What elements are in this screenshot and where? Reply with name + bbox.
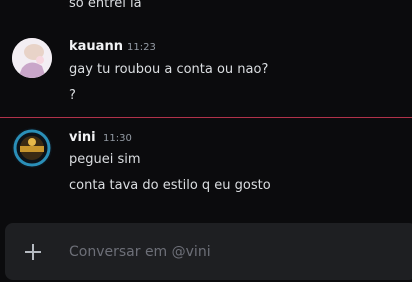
message-input[interactable]: Conversar em @vini [69, 243, 211, 261]
message-text: conta tava do estilo q eu gosto [69, 178, 271, 193]
avatar-kauann[interactable] [12, 38, 52, 78]
message-text: só entrei lá [69, 0, 142, 11]
message-timestamp: 11:23 [127, 42, 156, 53]
message-timestamp: 11:30 [103, 133, 132, 144]
avatar-vini[interactable] [12, 128, 52, 168]
message-text: peguei sim [69, 152, 141, 167]
message-text: gay tu roubou a conta ou nao? [69, 62, 269, 77]
plus-icon[interactable] [24, 243, 42, 261]
message-author[interactable]: kauann [69, 38, 123, 55]
message-author[interactable]: vini [69, 129, 96, 146]
message-text: ? [69, 88, 76, 103]
avatar-image [12, 128, 52, 168]
new-messages-divider [0, 117, 412, 118]
avatar-image [12, 38, 52, 78]
